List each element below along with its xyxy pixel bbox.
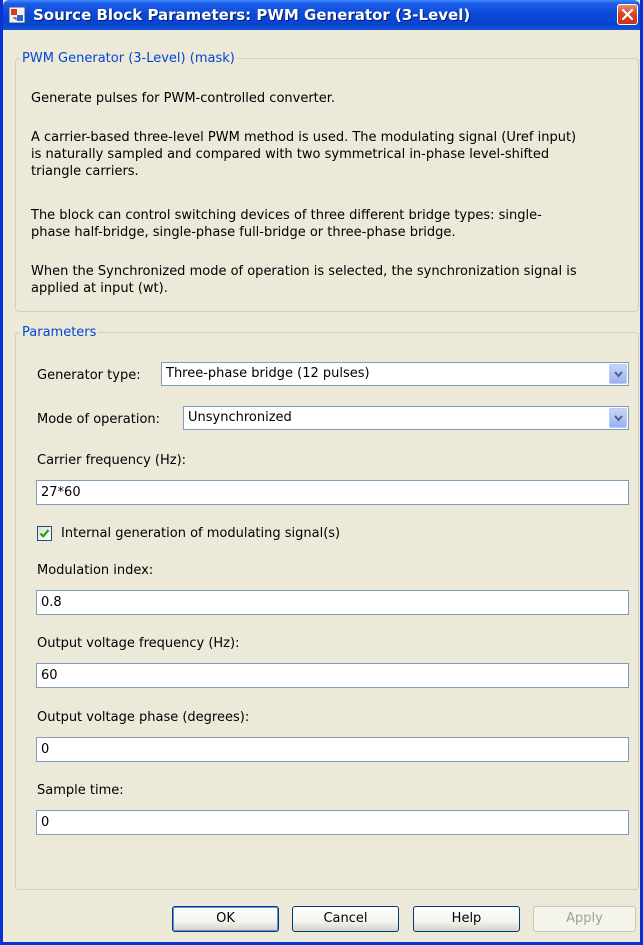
output-voltage-frequency-input[interactable]: 60 [36, 663, 629, 688]
description-paragraph-4: When the Synchronized mode of operation … [31, 263, 631, 297]
description-line: triangle carriers. [31, 164, 139, 179]
description-line: applied at input (wt). [31, 281, 168, 296]
carrier-frequency-input[interactable]: 27*60 [36, 480, 629, 505]
chevron-down-icon [614, 415, 623, 422]
description-paragraph-2: A carrier-based three-level PWM method i… [31, 129, 631, 180]
window-title: Source Block Parameters: PWM Generator (… [33, 6, 471, 24]
description-line: A carrier-based three-level PWM method i… [31, 130, 577, 145]
description-line: The block can control switching devices … [31, 208, 542, 223]
modulation-index-label: Modulation index: [37, 563, 154, 578]
simulink-block-icon [8, 6, 26, 24]
dialog-window: Source Block Parameters: PWM Generator (… [0, 0, 643, 945]
checkmark-icon [39, 529, 50, 538]
carrier-frequency-label: Carrier frequency (Hz): [37, 453, 187, 468]
output-voltage-phase-value: 0 [41, 742, 50, 757]
sample-time-label: Sample time: [37, 783, 124, 798]
carrier-frequency-value: 27*60 [41, 485, 81, 500]
title-bar[interactable]: Source Block Parameters: PWM Generator (… [3, 0, 640, 30]
mode-of-operation-select[interactable]: Unsynchronized [183, 406, 629, 430]
parameters-legend: Parameters [22, 325, 97, 340]
generator-type-label: Generator type: [37, 368, 141, 383]
help-button[interactable]: Help [413, 906, 520, 932]
description-paragraph-1: Generate pulses for PWM-controlled conve… [31, 90, 631, 107]
cancel-button[interactable]: Cancel [292, 906, 399, 932]
close-button[interactable] [617, 4, 638, 25]
description-paragraph-3: The block can control switching devices … [31, 207, 631, 241]
mode-of-operation-value: Unsynchronized [188, 410, 292, 425]
generator-type-dropdown-button[interactable] [609, 364, 627, 384]
generator-type-select[interactable]: Three-phase bridge (12 pulses) [161, 362, 629, 386]
mode-dropdown-button[interactable] [609, 408, 627, 428]
modulation-index-value: 0.8 [41, 595, 62, 610]
apply-button[interactable]: Apply [533, 906, 636, 932]
sample-time-value: 0 [41, 815, 50, 830]
sample-time-input[interactable]: 0 [36, 810, 629, 835]
output-voltage-phase-input[interactable]: 0 [36, 737, 629, 762]
internal-generation-label[interactable]: Internal generation of modulating signal… [61, 526, 340, 541]
output-voltage-phase-label: Output voltage phase (degrees): [37, 710, 250, 725]
generator-type-value: Three-phase bridge (12 pulses) [166, 366, 370, 381]
close-icon [622, 9, 633, 20]
description-line: When the Synchronized mode of operation … [31, 264, 577, 279]
output-voltage-frequency-label: Output voltage frequency (Hz): [37, 636, 240, 651]
ok-button[interactable]: OK [172, 906, 279, 932]
output-voltage-frequency-value: 60 [41, 668, 58, 683]
description-line: Generate pulses for PWM-controlled conve… [31, 91, 336, 106]
mode-of-operation-label: Mode of operation: [37, 412, 161, 427]
modulation-index-input[interactable]: 0.8 [36, 590, 629, 615]
chevron-down-icon [614, 371, 623, 378]
description-line: phase half-bridge, single-phase full-bri… [31, 225, 456, 240]
internal-generation-checkbox[interactable] [37, 526, 52, 541]
mask-legend: PWM Generator (3-Level) (mask) [22, 51, 235, 66]
description-line: is naturally sampled and compared with t… [31, 147, 550, 162]
